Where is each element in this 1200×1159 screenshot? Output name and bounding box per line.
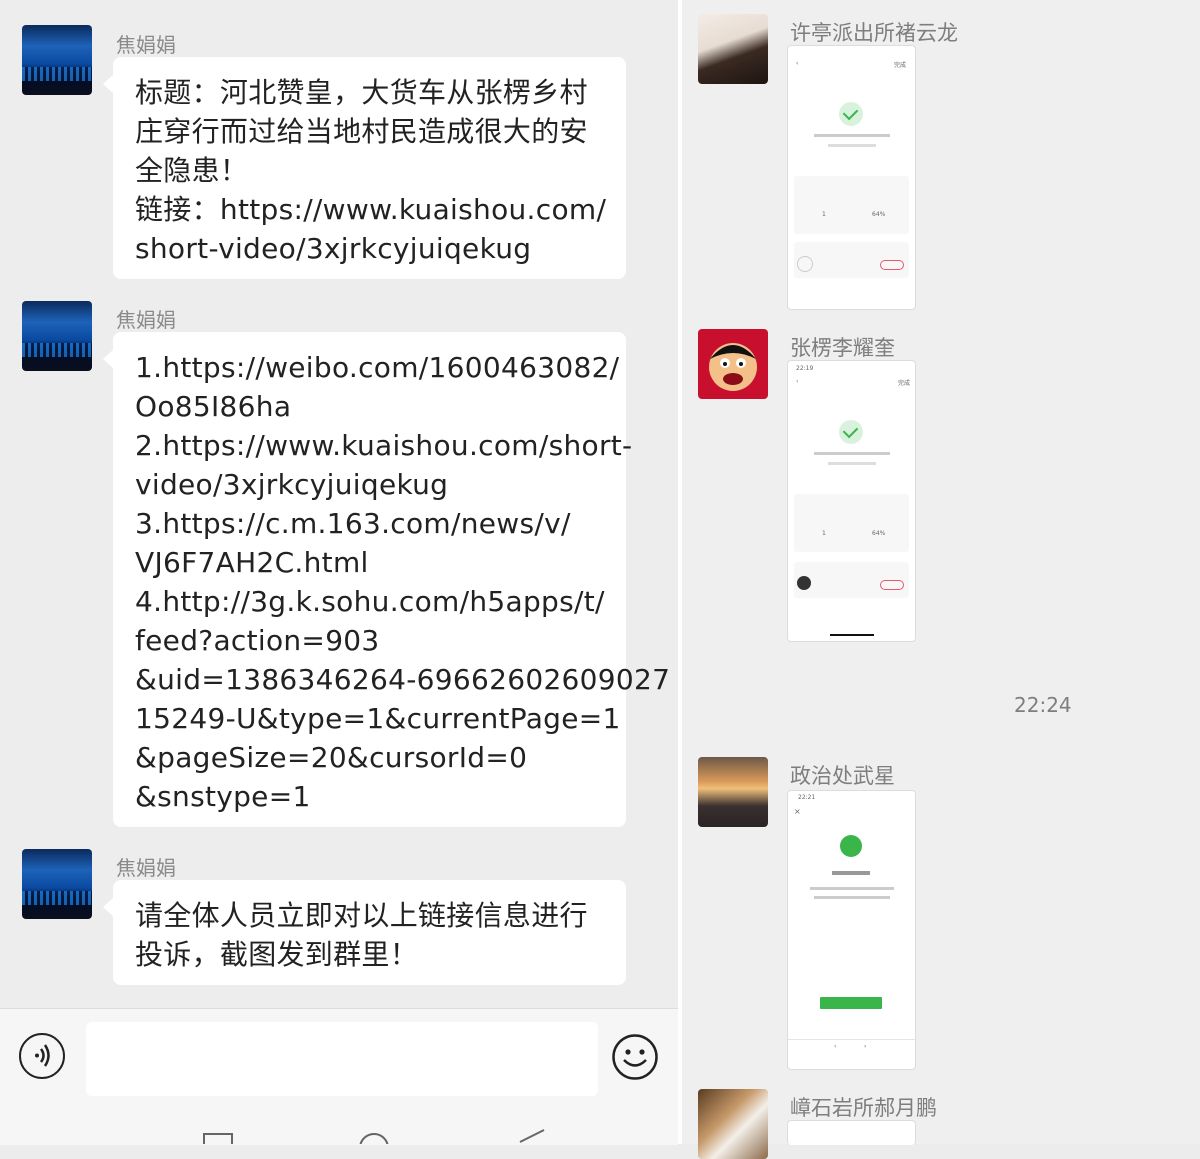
screenshot-image[interactable]: 22:19 ‹ 完成 1 64% (787, 360, 916, 642)
forward-icon: › (864, 1043, 867, 1050)
message-bubble[interactable]: 标题：河北赞皇，大货车从张楞乡村 庄穿行而过给当地村民造成很大的安 全隐患！ 链… (103, 57, 626, 279)
screenshot-text: 完成 (894, 62, 907, 69)
check-icon (839, 420, 863, 444)
avatar[interactable] (22, 849, 92, 919)
avatar (797, 576, 811, 590)
message-input[interactable] (86, 1022, 598, 1096)
sender-name: 许亭派出所褚云龙 (790, 21, 958, 45)
message-link-line[interactable]: short-video/3xjrkcyjuiqekug (135, 229, 604, 268)
avatar (797, 256, 813, 272)
message-link-line[interactable]: &snstype=1 (135, 777, 604, 816)
right-chat-panel (682, 0, 1200, 1144)
message-line: 请全体人员立即对以上链接信息进行 (135, 899, 588, 932)
sender-name: 焦娟娟 (116, 856, 176, 880)
back-icon: ‹ (834, 1043, 837, 1050)
message-link-line[interactable]: video/3xjrkcyjuiqekug (135, 465, 604, 504)
text-placeholder (814, 452, 890, 455)
stat-value: 1 (822, 211, 826, 218)
close-icon: × (794, 807, 801, 816)
text-placeholder (828, 462, 876, 465)
sender-name: 政治处武星 (790, 764, 895, 788)
status-time: 22:19 (796, 365, 814, 372)
message-link-line[interactable]: 链接：https://www.kuaishou.com/ (135, 190, 606, 229)
stat-value: 64% (872, 211, 886, 218)
text-placeholder (832, 871, 870, 875)
screenshot-image[interactable]: 22:21 × ‹ › (787, 790, 916, 1070)
avatar[interactable] (698, 757, 768, 827)
check-icon (839, 102, 863, 126)
message-bubble[interactable]: 1.https://weibo.com/1600463082/ Oo85I86h… (103, 332, 670, 827)
confirm-button (820, 997, 882, 1009)
check-icon (840, 835, 862, 857)
timestamp: 22:24 (1014, 693, 1072, 717)
message-link-line[interactable]: feed?action=903 (135, 621, 604, 660)
stats-card (794, 494, 909, 552)
message-link-line[interactable]: 15249-U&type=1&currentPage=1 (135, 699, 620, 738)
status-time: 22:21 (798, 794, 816, 801)
voice-button[interactable] (19, 1033, 65, 1079)
voice-icon (35, 1044, 50, 1067)
message-link-line[interactable]: &pageSize=20&cursorId=0 (135, 738, 604, 777)
nav-back-icon[interactable] (356, 1128, 396, 1144)
message-link-line[interactable]: 4.http://3g.k.sohu.com/h5apps/t/ (135, 582, 604, 621)
nav-recent-icon[interactable] (516, 1128, 556, 1144)
divider (788, 1039, 915, 1040)
text-placeholder (814, 134, 890, 137)
message-link-line[interactable]: Oo85I86ha (135, 387, 604, 426)
message-link-line[interactable]: 1.https://weibo.com/1600463082/ (135, 348, 619, 387)
message-link-line[interactable]: &uid=1386346264-69662602609027 (135, 660, 670, 699)
avatar[interactable] (22, 25, 92, 95)
message-line: 标题：河北赞皇，大货车从张楞乡村 (135, 76, 588, 109)
stat-value: 64% (872, 530, 886, 537)
emoji-icon (612, 1034, 658, 1080)
sender-name: 焦娟娟 (116, 33, 176, 57)
action-pill (880, 260, 904, 270)
avatar[interactable] (698, 1089, 768, 1159)
text-placeholder (810, 887, 894, 890)
back-icon: ‹ (796, 60, 799, 67)
sender-name: 焦娟娟 (116, 308, 176, 332)
message-link-line[interactable]: 3.https://c.m.163.com/news/v/ (135, 504, 604, 543)
screenshot-text: 完成 (898, 380, 911, 387)
sender-name: 嶂石岩所郝月鹏 (790, 1096, 937, 1120)
avatar[interactable] (698, 14, 768, 84)
cartoon-avatar-icon (709, 343, 757, 391)
screenshot-image[interactable] (787, 1120, 916, 1145)
home-indicator (830, 634, 874, 636)
emoji-button[interactable] (611, 1033, 659, 1081)
avatar[interactable] (698, 329, 768, 399)
stat-value: 1 (822, 530, 826, 537)
message-line: 投诉，截图发到群里！ (135, 938, 419, 971)
message-bubble[interactable]: 请全体人员立即对以上链接信息进行 投诉，截图发到群里！ (103, 880, 626, 985)
text-placeholder (814, 896, 890, 899)
action-pill (880, 580, 904, 590)
text-placeholder (828, 144, 876, 147)
message-link-line[interactable]: VJ6F7AH2C.html (135, 543, 604, 582)
sender-name: 张楞李耀奎 (790, 336, 895, 360)
message-line: 庄穿行而过给当地村民造成很大的安 (135, 115, 588, 148)
nav-home-icon[interactable] (200, 1128, 240, 1144)
message-line: 全隐患！ (135, 154, 249, 187)
screenshot-image[interactable]: ‹ 完成 1 64% (787, 45, 916, 310)
message-link-line[interactable]: 2.https://www.kuaishou.com/short- (135, 426, 632, 465)
back-icon: ‹ (796, 378, 799, 385)
stats-card (794, 176, 909, 234)
avatar[interactable] (22, 301, 92, 371)
